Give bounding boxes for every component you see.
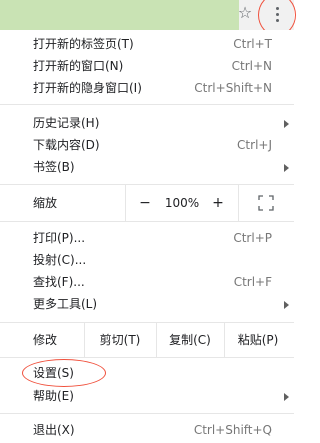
- fullscreen-icon[interactable]: [258, 195, 274, 211]
- menu-item-downloads[interactable]: 下载内容(D) Ctrl+J: [0, 134, 294, 156]
- cut-button[interactable]: 剪切(T): [84, 333, 156, 347]
- menu-item-shortcut: Ctrl+P: [233, 231, 272, 245]
- menu-divider: [0, 104, 294, 105]
- menu-item-shortcut: Ctrl+J: [237, 138, 272, 152]
- menu-item-history[interactable]: 历史记录(H): [0, 112, 294, 134]
- menu-item-label: 历史记录(H): [33, 116, 100, 130]
- menu-item-label: 打开新的窗口(N): [33, 59, 124, 73]
- menu-item-label: 打开新的隐身窗口(I): [33, 81, 142, 95]
- copy-button[interactable]: 复制(C): [156, 333, 224, 347]
- menu-item-label: 查找(F)...: [33, 275, 85, 289]
- menu-item-shortcut: Ctrl+F: [233, 275, 272, 289]
- zoom-divider: [238, 185, 239, 221]
- menu-divider: [0, 221, 294, 222]
- menu-item-label: 帮助(E): [33, 389, 74, 403]
- menu-item-shortcut: Ctrl+Shift+N: [194, 81, 272, 95]
- menu-item-shortcut: Ctrl+Shift+Q: [193, 423, 272, 437]
- submenu-arrow-icon: [284, 393, 289, 401]
- menu-item-bookmarks[interactable]: 书签(B): [0, 156, 294, 178]
- submenu-arrow-icon: [284, 164, 289, 172]
- menu-item-new-tab[interactable]: 打开新的标签页(T) Ctrl+T: [0, 33, 294, 55]
- menu-divider: [0, 357, 294, 358]
- menu-item-label: 投射(C)...: [33, 253, 87, 267]
- address-bar-strip: [0, 0, 239, 30]
- edit-row: 修改 剪切(T) 复制(C) 粘贴(P): [0, 323, 294, 357]
- menu-item-label: 书签(B): [33, 160, 75, 174]
- edit-label: 修改: [33, 333, 58, 347]
- menu-item-shortcut: Ctrl+N: [231, 59, 272, 73]
- menu-item-label: 退出(X): [33, 423, 75, 437]
- menu-item-find[interactable]: 查找(F)... Ctrl+F: [0, 271, 294, 293]
- menu-item-incognito[interactable]: 打开新的隐身窗口(I) Ctrl+Shift+N: [0, 77, 294, 99]
- menu-item-label: 打开新的标签页(T): [33, 37, 134, 51]
- menu-item-new-window[interactable]: 打开新的窗口(N) Ctrl+N: [0, 55, 294, 77]
- zoom-value: 100%: [164, 196, 200, 210]
- zoom-divider: [125, 185, 126, 221]
- vertical-ellipsis-icon[interactable]: [272, 5, 284, 23]
- zoom-out-button[interactable]: −: [135, 193, 155, 213]
- menu-item-more-tools[interactable]: 更多工具(L): [0, 293, 294, 315]
- zoom-label: 缩放: [33, 196, 58, 210]
- menu-item-shortcut: Ctrl+T: [233, 37, 272, 51]
- submenu-arrow-icon: [284, 301, 289, 309]
- paste-button[interactable]: 粘贴(P): [224, 333, 292, 347]
- menu-item-print[interactable]: 打印(P)... Ctrl+P: [0, 227, 294, 249]
- menu-item-label: 更多工具(L): [33, 297, 98, 311]
- menu-item-label: 下载内容(D): [33, 138, 100, 152]
- star-icon[interactable]: ☆: [236, 4, 254, 22]
- browser-toolbar: ☆: [0, 0, 296, 36]
- zoom-in-button[interactable]: +: [208, 193, 228, 213]
- menu-item-cast[interactable]: 投射(C)...: [0, 249, 294, 271]
- zoom-row: 缩放 − 100% +: [0, 185, 294, 221]
- menu-item-label: 打印(P)...: [33, 231, 86, 245]
- menu-item-exit[interactable]: 退出(X) Ctrl+Shift+Q: [0, 419, 294, 441]
- menu-item-settings[interactable]: 设置(S): [0, 362, 294, 384]
- menu-divider: [0, 413, 294, 414]
- submenu-arrow-icon: [284, 120, 289, 128]
- menu-item-help[interactable]: 帮助(E): [0, 385, 294, 407]
- menu-item-label: 设置(S): [33, 366, 74, 380]
